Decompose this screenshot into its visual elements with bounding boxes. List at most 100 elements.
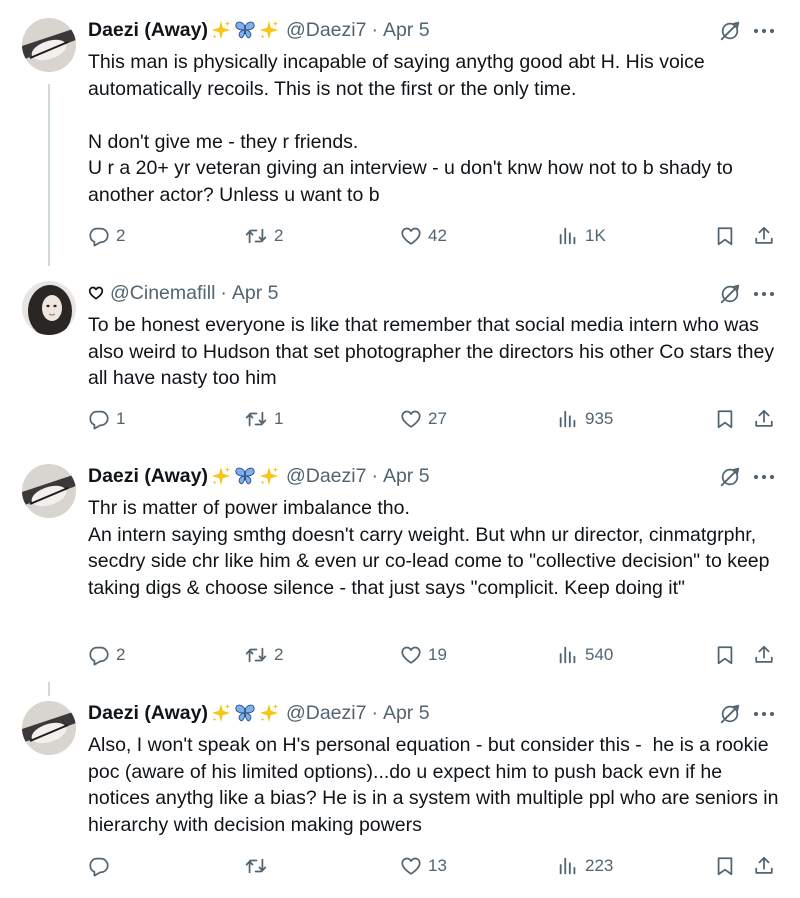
retweet-button[interactable]: 1 [244,407,283,431]
view-count: 540 [585,645,614,664]
grok-icon[interactable] [719,466,741,488]
reply-count: 2 [116,226,126,245]
view-count: 223 [585,856,614,875]
share-icon [753,644,775,666]
tweet[interactable]: Daezi (Away) @Daezi7 · Apr 5 Thr is matt… [0,464,800,684]
grok-icon[interactable] [719,20,741,42]
retweet-button[interactable]: 2 [244,224,283,248]
reply-icon [88,408,110,430]
retweet-button[interactable]: 2 [244,643,283,667]
more-icon[interactable] [752,28,776,34]
reply-button[interactable]: 2 [88,224,125,248]
retweet-icon [244,644,268,666]
share-button[interactable] [753,407,775,431]
grok-icon[interactable] [719,283,741,305]
tweet[interactable]: Daezi (Away) @Daezi7 · Apr 5 This man is… [0,18,800,258]
avatar[interactable] [22,464,76,518]
bookmark-icon [714,855,736,877]
retweet-count: 2 [274,645,284,664]
tweet[interactable]: Daezi (Away) @Daezi7 · Apr 5 Also, I won… [0,701,800,891]
reply-count: 1 [116,409,126,428]
separator-dot: · [371,18,378,41]
reply-button[interactable]: 1 [88,407,125,431]
separator-dot: · [371,701,378,724]
separator-dot: · [371,464,378,487]
share-button[interactable] [753,854,775,878]
share-icon [753,855,775,877]
views-button[interactable]: 540 [557,643,613,667]
retweet-count: 1 [274,409,284,428]
reply-button[interactable]: 2 [88,643,125,667]
user-handle[interactable]: @Daezi7 [286,19,367,42]
reply-count: 2 [116,645,126,664]
sparkles-icon [210,702,232,724]
avatar[interactable] [22,701,76,755]
heart-outline-icon [88,285,104,301]
views-icon [557,644,579,666]
separator-dot: · [220,281,227,304]
tweet-actions: 1 1 27 935 [0,407,800,431]
tweet-text: Thr is matter of power imbalance tho. An… [88,497,770,599]
views-button[interactable]: 935 [557,407,613,431]
like-count: 42 [428,226,447,245]
user-handle[interactable]: @Cinemafill [110,282,215,305]
tweet-date[interactable]: Apr 5 [383,702,430,725]
reply-icon [88,644,110,666]
like-button[interactable]: 42 [400,224,447,248]
more-icon[interactable] [752,291,776,297]
tweet-date[interactable]: Apr 5 [232,282,279,305]
view-count: 935 [585,409,614,428]
butterfly-icon [234,465,256,487]
sparkles-icon [210,465,232,487]
share-button[interactable] [753,643,775,667]
display-name[interactable]: Daezi (Away) [88,702,208,725]
display-name[interactable]: Daezi (Away) [88,465,208,488]
tweet-date[interactable]: Apr 5 [383,19,430,42]
bookmark-icon [714,408,736,430]
reply-button[interactable] [88,854,116,878]
avatar[interactable] [22,281,76,335]
retweet-icon [244,855,268,877]
heart-icon [400,855,422,877]
share-icon [753,408,775,430]
more-icon[interactable] [752,474,776,480]
views-button[interactable]: 223 [557,854,613,878]
grok-icon[interactable] [719,703,741,725]
tweet-actions: 2 2 42 1K [0,224,800,248]
butterfly-icon [234,702,256,724]
bookmark-button[interactable] [714,854,736,878]
tweet-text: To be honest everyone is like that remem… [88,314,780,389]
tweet-date[interactable]: Apr 5 [383,465,430,488]
views-icon [557,855,579,877]
user-handle[interactable]: @Daezi7 [286,702,367,725]
sparkles-icon [258,19,280,41]
bookmark-button[interactable] [714,407,736,431]
retweet-button[interactable] [244,854,274,878]
butterfly-icon [234,19,256,41]
retweet-count: 2 [274,226,284,245]
like-button[interactable]: 19 [400,643,447,667]
views-button[interactable]: 1K [557,224,606,248]
tweet[interactable]: @Cinemafill · Apr 5 To be honest everyon… [0,281,800,441]
retweet-icon [244,408,268,430]
bookmark-button[interactable] [714,224,736,248]
tweet-actions: 13 223 [0,854,800,878]
tweet-text: Also, I won't speak on H's personal equa… [88,734,784,836]
tweet-text: This man is physically incapable of sayi… [88,51,733,206]
bookmark-button[interactable] [714,643,736,667]
more-icon[interactable] [752,711,776,717]
bookmark-icon [714,644,736,666]
sparkles-icon [258,702,280,724]
share-button[interactable] [753,224,775,248]
like-button[interactable]: 13 [400,854,447,878]
like-count: 27 [428,409,447,428]
heart-icon [400,408,422,430]
share-icon [753,225,775,247]
user-handle[interactable]: @Daezi7 [286,465,367,488]
display-name[interactable]: Daezi (Away) [88,19,208,42]
like-count: 13 [428,856,447,875]
view-count: 1K [585,226,606,245]
avatar[interactable] [22,18,76,72]
views-icon [557,225,579,247]
like-button[interactable]: 27 [400,407,447,431]
